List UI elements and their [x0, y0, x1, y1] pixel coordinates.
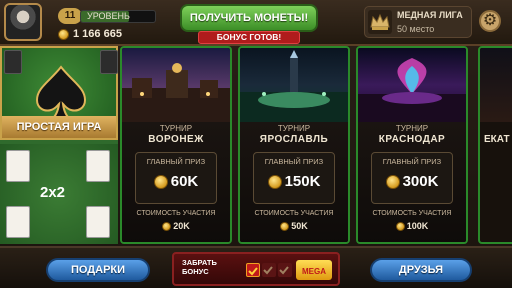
prize-amount: 60K — [170, 173, 199, 190]
fee-label: СТОИМОСТЬ УЧАСТИЯ — [136, 210, 216, 217]
prize-amount: 150K — [284, 173, 321, 190]
coin-icon — [153, 174, 168, 189]
tournament-label: ТУРНИР — [277, 124, 311, 133]
coin-icon — [395, 221, 405, 231]
get-coins-button[interactable]: ПОЛУЧИТЬ МОНЕТЫ! — [180, 4, 318, 32]
balance-value: 1 166 665 — [73, 28, 122, 40]
bonus-day-check-icon — [262, 263, 276, 277]
prize-value: 60K — [136, 173, 216, 190]
tournament-card-krasnodar[interactable]: ТУРНИР КРАСНОДАР ГЛАВНЫЙ ПРИЗ 300K СТОИМ… — [356, 46, 468, 244]
tournament-card-yaroslavl[interactable]: ТУРНИР ЯРОСЛАВЛЬ ГЛАВНЫЙ ПРИЗ 150K СТОИМ… — [238, 46, 350, 244]
fee-amount: 20K — [173, 221, 190, 231]
top-bar: 11 УРОВЕНЬ 1 166 665 ПОЛУЧИТЬ МОНЕТЫ! БО… — [0, 0, 512, 46]
fee-value: 50K — [240, 221, 348, 231]
tournament-label: ТУРНИР — [395, 124, 429, 133]
coin-icon — [58, 28, 69, 40]
league-panel[interactable]: МЕДНАЯ ЛИГА 50 место — [364, 6, 472, 38]
tournament-card-voronezh[interactable]: ТУРНИР ВОРОНЕЖ ГЛАВНЫЙ ПРИЗ 60K СТОИМОСТ… — [120, 46, 232, 244]
friends-button[interactable]: ДРУЗЬЯ — [370, 258, 472, 282]
prize-label: ГЛАВНЫЙ ПРИЗ — [146, 157, 206, 166]
prize-box: ГЛАВНЫЙ ПРИЗ 60K — [135, 152, 217, 204]
fee-value: 100K — [358, 221, 466, 231]
tournament-info: ТУРНИР ЯРОСЛАВЛЬ ГЛАВНЫЙ ПРИЗ 150K СТОИМ… — [240, 122, 348, 242]
league-rank: 50 место — [397, 24, 435, 34]
fee-amount: 100K — [406, 221, 429, 231]
level-label: УРОВЕНЬ — [87, 11, 130, 21]
mode-simple-label: ПРОСТАЯ ИГРА — [2, 116, 116, 138]
city-scene — [240, 48, 348, 122]
coin-icon — [280, 221, 290, 231]
prize-box: ГЛАВНЫЙ ПРИЗ 300K — [371, 152, 453, 204]
prize-box: ГЛАВНЫЙ ПРИЗ 150K — [253, 152, 335, 204]
card-icon — [100, 50, 118, 74]
bonus-label: ЗАБРАТЬ БОНУС — [182, 258, 217, 276]
card-icon — [4, 50, 22, 74]
prize-value: 150K — [254, 173, 334, 190]
fee-value: 20K — [122, 221, 230, 231]
coin-icon — [385, 174, 400, 189]
tournament-city: КРАСНОДАР — [378, 134, 446, 145]
spade-icon — [33, 64, 89, 124]
card-icon — [6, 150, 30, 182]
bonus-day-check-icon — [278, 263, 292, 277]
gifts-button[interactable]: ПОДАРКИ — [46, 258, 150, 282]
city-scene — [122, 48, 230, 122]
gear-icon[interactable]: ⚙ — [479, 10, 501, 32]
prize-label: ГЛАВНЫЙ ПРИЗ — [264, 157, 324, 166]
level-badge: 11 — [58, 8, 82, 24]
tournament-card-partial[interactable]: ЕКАТ — [478, 46, 512, 244]
level-progress-bar: УРОВЕНЬ — [80, 10, 156, 23]
crown-icon — [368, 10, 392, 34]
coin-balance: 1 166 665 — [58, 28, 122, 40]
prize-label: ГЛАВНЫЙ ПРИЗ — [382, 157, 442, 166]
tournament-info: ТУРНИР КРАСНОДАР ГЛАВНЫЙ ПРИЗ 300K СТОИМ… — [358, 122, 466, 242]
avatar[interactable] — [4, 3, 42, 41]
mega-bonus-badge: MEGA — [296, 260, 332, 280]
coin-icon — [267, 174, 282, 189]
collect-bonus-panel[interactable]: ЗАБРАТЬ БОНУС MEGA — [172, 252, 340, 286]
tournament-city: ЕКАТ — [484, 134, 510, 145]
mode-simple-game[interactable]: ПРОСТАЯ ИГРА — [0, 46, 118, 140]
card-icon — [6, 206, 30, 238]
city-scene — [358, 48, 466, 122]
tournament-label: ТУРНИР — [159, 124, 193, 133]
tournament-city: ЯРОСЛАВЛЬ — [259, 134, 329, 145]
tournament-city: ВОРОНЕЖ — [148, 134, 204, 145]
mode-2x2-game[interactable]: 2x2 — [0, 144, 118, 244]
bonus-ready-badge[interactable]: БОНУС ГОТОВ! — [198, 31, 300, 44]
fee-amount: 50K — [291, 221, 308, 231]
mode-2x2-label: 2x2 — [40, 184, 66, 201]
coin-icon — [162, 221, 172, 231]
game-lobby: 11 УРОВЕНЬ 1 166 665 ПОЛУЧИТЬ МОНЕТЫ! БО… — [0, 0, 512, 288]
game-modes-panel: ПРОСТАЯ ИГРА 2x2 — [0, 46, 118, 244]
prize-amount: 300K — [402, 173, 439, 190]
card-icon — [86, 150, 110, 182]
fee-label: СТОИМОСТЬ УЧАСТИЯ — [254, 210, 334, 217]
card-icon — [86, 206, 110, 238]
league-title: МЕДНАЯ ЛИГА — [397, 10, 463, 20]
fee-label: СТОИМОСТЬ УЧАСТИЯ — [372, 210, 452, 217]
bonus-day-check-icon — [246, 263, 260, 277]
city-scene — [480, 48, 512, 122]
tournament-info: ТУРНИР ВОРОНЕЖ ГЛАВНЫЙ ПРИЗ 60K СТОИМОСТ… — [122, 122, 230, 242]
prize-value: 300K — [372, 173, 452, 190]
